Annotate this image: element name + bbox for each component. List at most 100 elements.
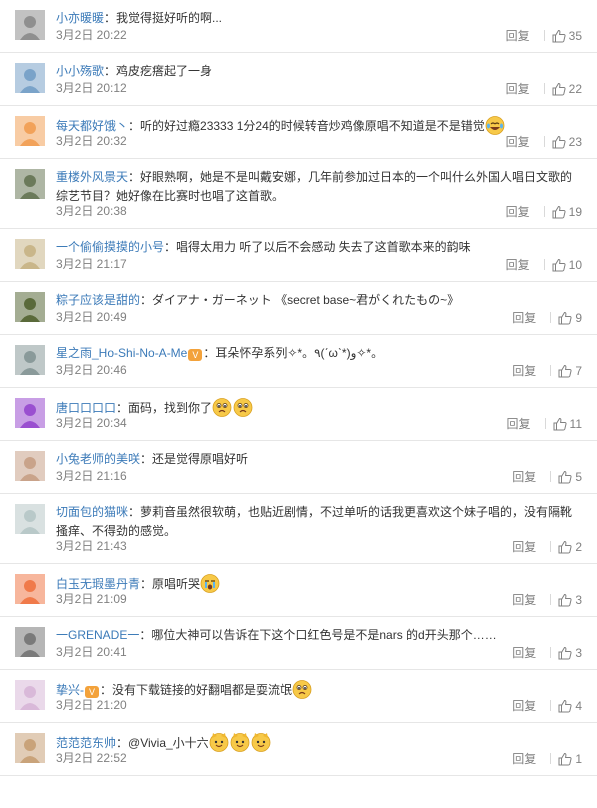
like-button[interactable]: 3 [558,593,582,607]
comment-content: 一个偷偷摸摸的小号：唱得太用力 听了以后不会感动 失去了这首歌本来的韵味 [56,238,582,257]
avatar[interactable] [15,451,45,481]
reply-button[interactable]: 回复 [512,362,536,379]
reply-button[interactable]: 回复 [506,256,530,273]
avatar[interactable] [15,63,45,93]
like-button[interactable]: 10 [552,258,582,272]
divider [543,30,545,41]
divider [550,471,552,482]
comment-username[interactable]: 唐口口口口 [56,401,116,415]
comment-text: ：唱得太用力 听了以后不会感动 失去了这首歌本来的韵味 [164,240,471,254]
comment-username[interactable]: 每天都好饿丶 [56,119,128,133]
comment-username[interactable]: 一个偷偷摸摸的小号 [56,240,164,254]
avatar[interactable] [15,398,45,428]
like-button[interactable]: 22 [552,82,582,96]
comment-timestamp: 3月2日 20:34 [56,416,127,430]
like-button[interactable]: 35 [552,29,582,43]
cat-emoji-icon [230,732,250,752]
reply-button[interactable]: 回复 [506,203,530,220]
comment-username[interactable]: 一GRENADE一 [56,628,139,642]
comment-item: 小兔老师的美咲：还是觉得原唱好听 3月2日 21:16 回复 5 [0,441,597,494]
reply-button[interactable]: 回复 [512,538,536,555]
divider [543,206,545,217]
comment-actions: 回复 9 [512,309,582,326]
comment-username[interactable]: 小亦暖暖 [56,11,104,25]
avatar[interactable] [15,627,45,657]
comment-timestamp: 3月2日 20:32 [56,134,127,148]
avatar[interactable] [15,10,45,40]
comment-text: ：原唱听哭 [140,577,201,591]
avatar[interactable] [15,169,45,199]
comment-username[interactable]: 重楼外风景天 [56,170,128,184]
reply-button[interactable]: 回复 [507,415,531,432]
like-button[interactable]: 4 [558,699,582,713]
avatar[interactable] [15,239,45,269]
comment-text: ：听的好过瘾23333 1分24的时候转音炒鸡像原唱不知道是不是错觉 [128,119,485,133]
like-count: 1 [575,751,582,766]
comment-username[interactable]: 小小殇歌 [56,64,104,78]
reply-button[interactable]: 回复 [512,750,536,767]
reply-button[interactable]: 回复 [506,80,530,97]
comment-item: 一GRENADE一：哪位大神可以告诉在下这个口红色号是不是nars 的d开头那个… [0,617,597,670]
avatar[interactable] [15,574,45,604]
like-button[interactable]: 19 [552,205,582,219]
laugh-cry-emoji-icon [485,115,505,135]
reply-button[interactable]: 回复 [512,644,536,661]
comment-username[interactable]: 粽子应该是甜的 [56,293,140,307]
like-button[interactable]: 7 [558,364,582,378]
avatar[interactable] [15,733,45,763]
reply-button[interactable]: 回复 [512,591,536,608]
divider [550,541,552,552]
like-button[interactable]: 9 [558,311,582,325]
cry-emoji-icon [200,573,220,593]
comment-actions: 回复 23 [506,133,582,150]
like-count: 19 [568,204,582,219]
thumbs-up-icon [558,646,572,659]
divider [544,418,546,429]
reply-button[interactable]: 回复 [506,27,530,44]
comment-username[interactable]: 白玉无瑕墨丹青 [56,577,140,591]
avatar[interactable] [15,680,45,710]
divider [550,365,552,376]
comment-username[interactable]: 小兔老师的美咲 [56,452,140,466]
avatar[interactable] [15,504,45,534]
comment-timestamp: 3月2日 21:16 [56,469,127,483]
comment-username[interactable]: 星之雨_Ho-Shi-No-A-Me [56,346,187,360]
divider [550,753,552,764]
comment-username[interactable]: 挚兴- [56,683,84,697]
like-button[interactable]: 11 [553,417,582,431]
like-button[interactable]: 3 [558,646,582,660]
comment-username[interactable]: 范范范东帅 [56,736,116,750]
thumbs-up-icon [558,470,572,483]
avatar[interactable] [15,116,45,146]
comment-text: ：面码，找到你了 [116,401,213,415]
thumbs-up-icon [558,311,572,324]
thumbs-up-icon [558,752,572,765]
avatar[interactable] [15,292,45,322]
thumbs-up-icon [558,593,572,606]
comment-username[interactable]: 切面包的猫咪 [56,505,128,519]
vip-badge-icon: V [188,349,203,361]
avatar[interactable] [15,345,45,375]
thumbs-up-icon [552,29,566,42]
reply-button[interactable]: 回复 [512,309,536,326]
comment-content: 小小殇歌：鸡皮疙瘩起了一身 [56,62,582,81]
thumbs-up-icon [552,82,566,95]
like-button[interactable]: 2 [558,540,582,554]
reply-button[interactable]: 回复 [512,468,536,485]
reply-button[interactable]: 回复 [506,133,530,150]
comment-timestamp: 3月2日 21:43 [56,539,127,553]
cat-emoji-icon [251,732,271,752]
comment-item: 重楼外风景天：好眼熟啊，她是不是叫戴安娜，几年前参加过日本的一个叫什么外国人唱日… [0,159,597,229]
comment-item: 小小殇歌：鸡皮疙瘩起了一身 3月2日 20:12 回复 22 [0,53,597,106]
comment-item: 星之雨_Ho-Shi-No-A-Me V ：耳朵怀孕系列✧*。٩(ˊωˋ*)و✧*。… [0,335,597,388]
like-count: 35 [568,28,582,43]
reply-button[interactable]: 回复 [512,697,536,714]
like-button[interactable]: 23 [552,135,582,149]
thumbs-up-icon [552,135,566,148]
comment-content: 小亦暖暖：我觉得挺好听的啊... [56,9,582,28]
comment-item: 粽子应该是甜的：ダイアナ・ガーネット 《secret base~君がくれたもの~… [0,282,597,335]
like-button[interactable]: 1 [558,752,582,766]
comment-text: ：@Vivia_小十六 [116,736,209,750]
like-button[interactable]: 5 [558,470,582,484]
thumbs-up-icon [552,258,566,271]
